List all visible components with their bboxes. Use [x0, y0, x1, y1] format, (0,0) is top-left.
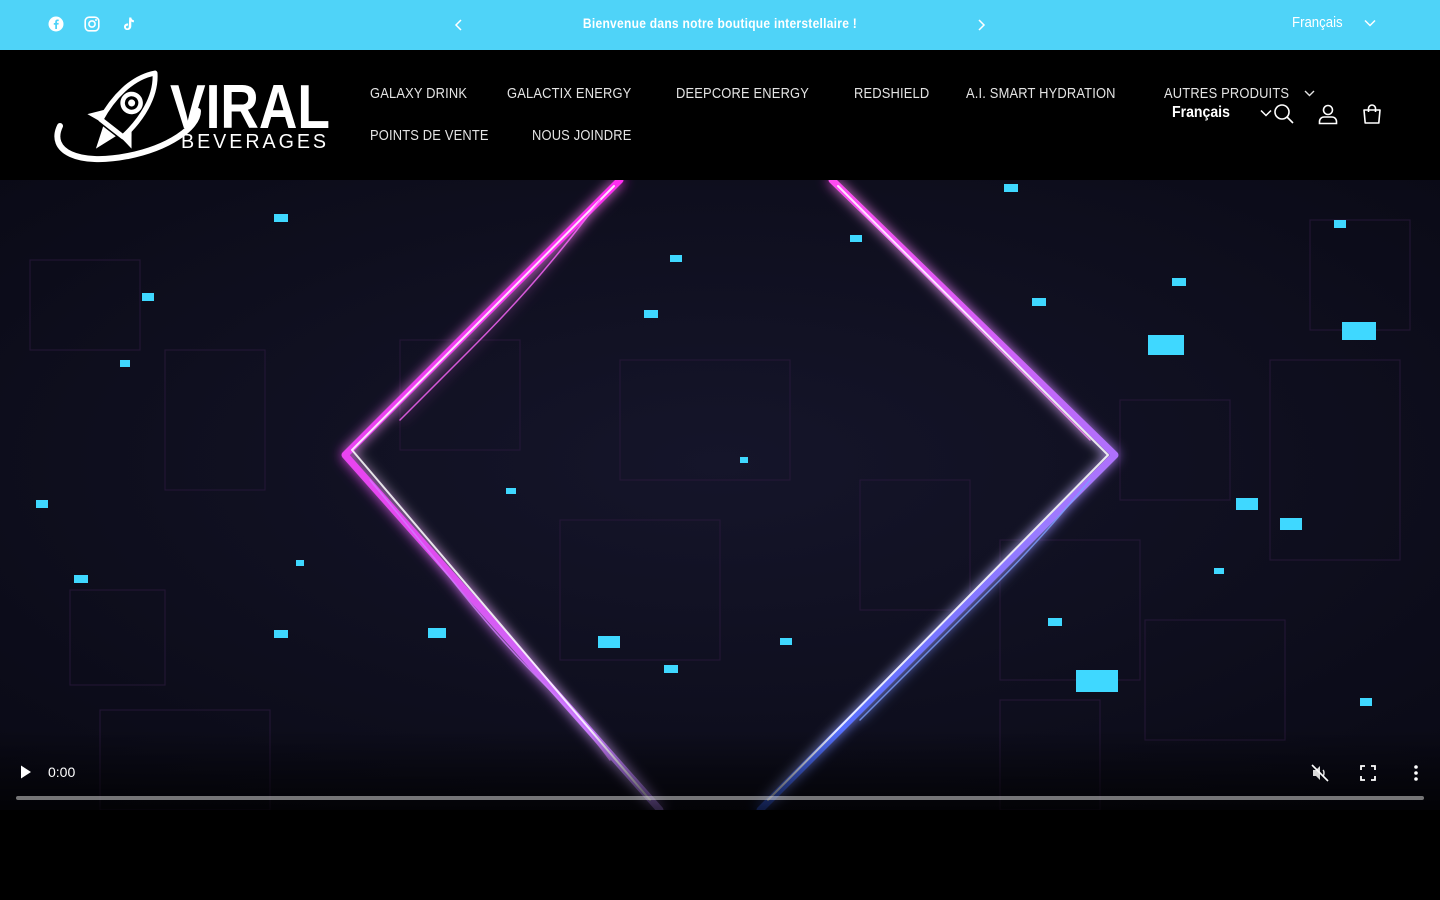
- hero-video[interactable]: 0:00: [0, 180, 1440, 810]
- video-frame: [0, 180, 1440, 810]
- chevron-down-icon: [1260, 109, 1272, 117]
- nav-label: REDSHIELD: [854, 84, 930, 102]
- chevron-down-icon: [1364, 19, 1376, 27]
- play-icon[interactable]: [16, 762, 36, 782]
- language-label: Français: [1292, 14, 1343, 31]
- facebook-icon[interactable]: [46, 14, 66, 34]
- main-navigation: GALAXY DRINK GALACTIX ENERGY DEEPCORE EN…: [370, 80, 1315, 148]
- language-label: Français: [1172, 104, 1230, 121]
- site-header: VIRAL BEVERAGES GALAXY DRINK GALACTIX EN…: [0, 50, 1440, 180]
- nav-redshield[interactable]: REDSHIELD: [854, 85, 942, 102]
- tiktok-icon[interactable]: [118, 14, 138, 34]
- nav-ai-smart-hydration[interactable]: A.I. SMART HYDRATION: [966, 85, 1140, 102]
- nav-label: DEEPCORE ENERGY: [675, 84, 809, 102]
- video-time: 0:00: [48, 764, 76, 780]
- search-icon[interactable]: [1272, 102, 1296, 126]
- instagram-icon[interactable]: [82, 14, 102, 34]
- nav-galaxy-drink[interactable]: GALAXY DRINK: [370, 85, 483, 102]
- announcement-next-button[interactable]: [970, 14, 992, 36]
- nav-nous-joindre[interactable]: NOUS JOINDRE: [532, 127, 648, 144]
- account-icon[interactable]: [1316, 102, 1340, 126]
- nav-label: POINTS DE VENTE: [370, 126, 489, 144]
- nav-label: AUTRES PRODUITS: [1164, 84, 1290, 102]
- nav-label: A.I. SMART HYDRATION: [966, 84, 1116, 102]
- mute-icon[interactable]: [1309, 762, 1331, 784]
- announcement-bar: Bienvenue dans notre boutique interstell…: [0, 0, 1440, 50]
- video-progress-bar[interactable]: [16, 796, 1424, 800]
- nav-label: GALAXY DRINK: [370, 84, 468, 102]
- logo-subtitle: BEVERAGES: [181, 131, 329, 153]
- announcement-message: Bienvenue dans notre boutique interstell…: [582, 15, 858, 31]
- announcement-language-selector[interactable]: Français: [1292, 14, 1376, 31]
- nav-autres-produits[interactable]: AUTRES PRODUITS: [1164, 85, 1315, 102]
- header-language-selector[interactable]: Français: [1172, 104, 1272, 122]
- announcement-prev-button[interactable]: [448, 14, 470, 36]
- fullscreen-icon[interactable]: [1357, 762, 1379, 784]
- cart-icon[interactable]: [1360, 102, 1384, 126]
- viral-beverages-logo[interactable]: VIRAL BEVERAGES: [48, 56, 338, 174]
- chevron-down-icon: [1304, 90, 1315, 96]
- nav-label: NOUS JOINDRE: [532, 126, 632, 144]
- nav-label: GALACTIX ENERGY: [507, 84, 632, 102]
- nav-deepcore-energy[interactable]: DEEPCORE ENERGY: [676, 85, 831, 102]
- more-options-icon[interactable]: [1405, 762, 1427, 784]
- page-below-video: [0, 810, 1440, 900]
- social-links: [46, 14, 138, 34]
- nav-galactix-energy[interactable]: GALACTIX ENERGY: [507, 85, 652, 102]
- nav-points-de-vente[interactable]: POINTS DE VENTE: [370, 127, 508, 144]
